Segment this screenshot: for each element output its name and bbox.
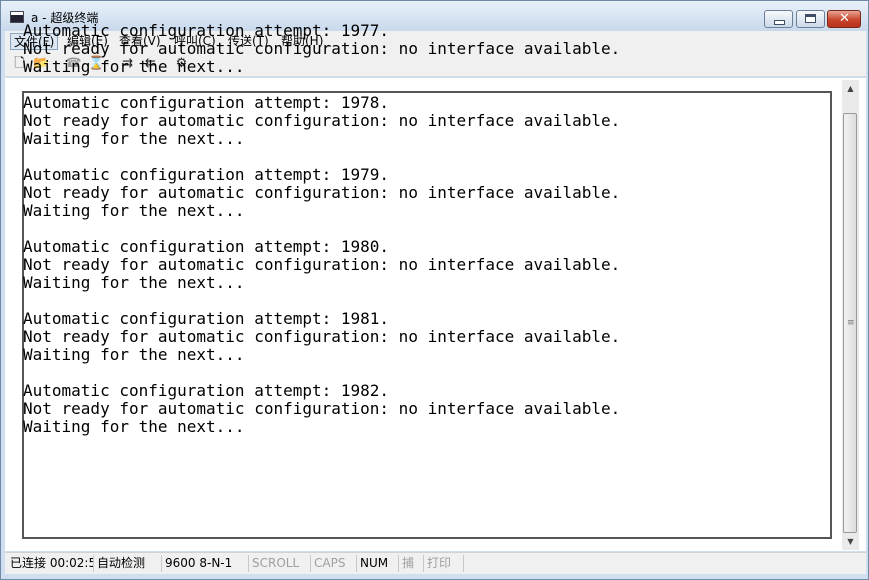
status-capture: 捕 [399, 555, 424, 572]
status-num: NUM [357, 555, 399, 572]
status-connection-time: 已连接 00:02:5 [7, 555, 94, 572]
status-caps: CAPS [311, 555, 357, 572]
app-icon[interactable] [10, 11, 24, 23]
status-bar: 已连接 00:02:5 自动检测 9600 8-N-1 SCROLL CAPS … [5, 552, 866, 574]
scroll-down-icon[interactable]: ▼ [842, 533, 859, 550]
status-scroll: SCROLL [249, 555, 311, 572]
status-print: 打印 [424, 555, 464, 572]
close-button[interactable]: ✕ [827, 10, 861, 28]
close-icon: ✕ [839, 11, 850, 26]
hyperterminal-window: a - 超级终端 ✕ 文件(F) 编辑(E) 查看(V) 呼叫(C) 传送(T)… [0, 0, 869, 580]
scroll-up-icon[interactable]: ▲ [842, 80, 859, 97]
status-auto-detect: 自动检测 [94, 555, 162, 572]
scroll-thumb[interactable]: ≡ [843, 113, 857, 533]
terminal-output[interactable]: Automatic configuration attempt: 1977. N… [23, 22, 823, 458]
scroll-grip-icon: ≡ [847, 318, 855, 328]
vertical-scrollbar[interactable]: ▲ ≡ ▼ [842, 80, 859, 550]
status-port-settings: 9600 8-N-1 [162, 555, 249, 572]
